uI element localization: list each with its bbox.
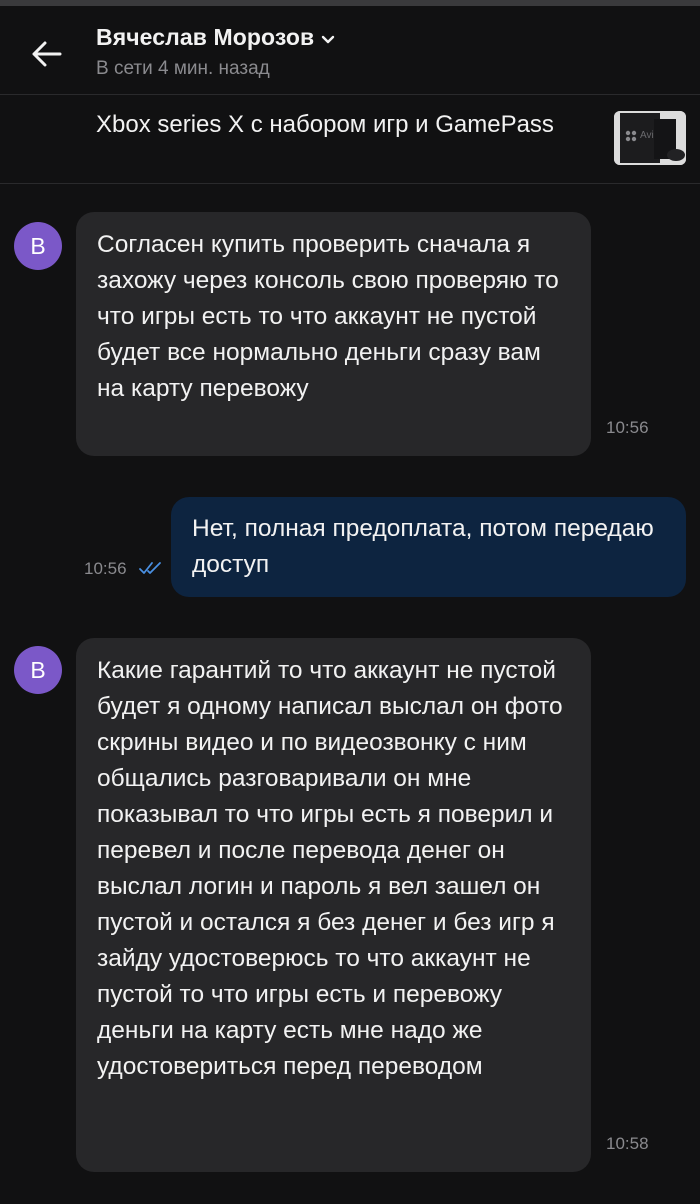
thumb-watermark: Avi bbox=[640, 130, 654, 141]
listing-card[interactable]: Xbox series X с набором игр и GamePass A… bbox=[0, 95, 700, 183]
double-check-icon bbox=[139, 562, 161, 574]
message-time: 10:58 bbox=[606, 1134, 649, 1153]
listing-divider bbox=[0, 183, 700, 184]
console-image-icon: Avi bbox=[614, 111, 686, 165]
message-time: 10:56 bbox=[84, 559, 127, 578]
arrow-left-icon bbox=[32, 41, 62, 67]
avatar[interactable]: В bbox=[14, 646, 62, 694]
listing-title[interactable]: Xbox series X с набором игр и GamePass bbox=[96, 107, 566, 143]
chevron-down-icon[interactable] bbox=[320, 33, 336, 45]
incoming-message-bubble[interactable]: Какие гарантий то что аккаунт не пустой … bbox=[76, 638, 591, 1172]
outgoing-message-bubble[interactable]: Нет, полная предоплата, потом передаю до… bbox=[171, 497, 686, 597]
chat-header: Вячеслав Морозов В сети 4 мин. назад bbox=[0, 6, 700, 94]
back-button[interactable] bbox=[22, 32, 72, 76]
message-text: Какие гарантий то что аккаунт не пустой … bbox=[97, 657, 563, 1080]
listing-thumbnail[interactable]: Avi bbox=[614, 111, 686, 165]
incoming-message-bubble[interactable]: Согласен купить проверить сначала я захо… bbox=[76, 212, 591, 456]
message-text: Нет, полная предоплата, потом передаю до… bbox=[192, 515, 654, 578]
avatar[interactable]: В bbox=[14, 222, 62, 270]
message-time: 10:56 bbox=[606, 418, 649, 437]
avatar-letter: В bbox=[30, 656, 46, 683]
avatar-letter: В bbox=[30, 232, 46, 259]
message-text: Согласен купить проверить сначала я захо… bbox=[97, 231, 559, 402]
contact-name[interactable]: Вячеслав Морозов bbox=[96, 24, 314, 51]
contact-status: В сети 4 мин. назад bbox=[96, 58, 270, 79]
contact-info[interactable]: Вячеслав Морозов В сети 4 мин. назад bbox=[96, 20, 616, 80]
